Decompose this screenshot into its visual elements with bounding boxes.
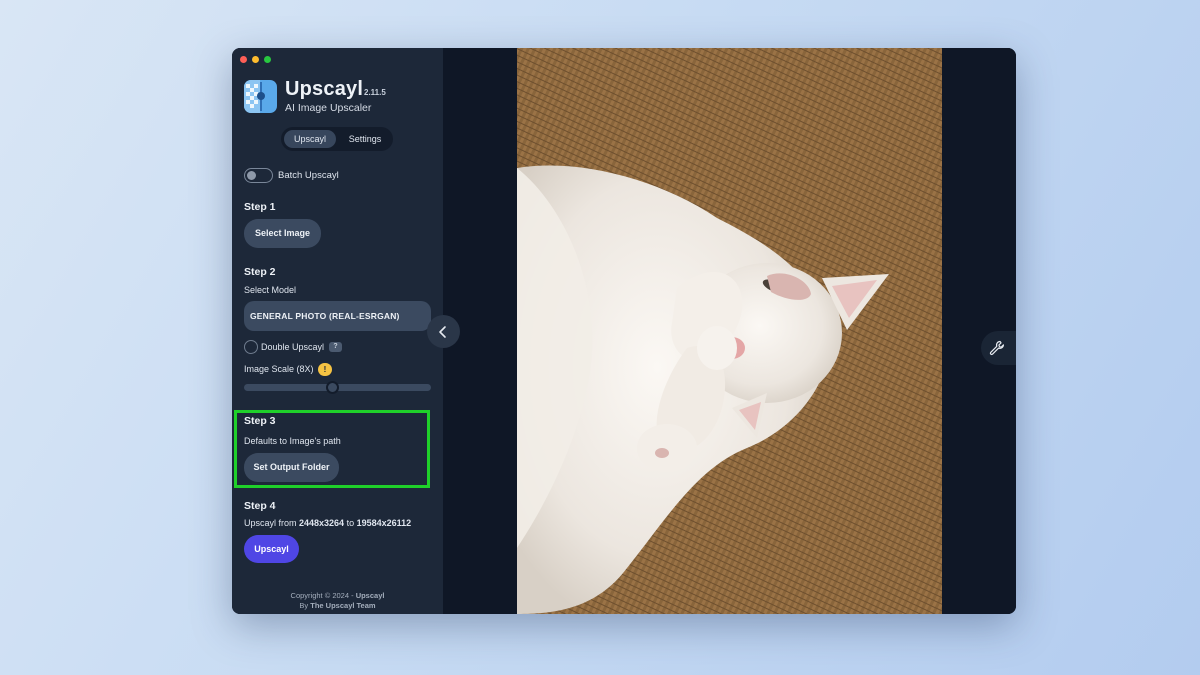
tab-settings[interactable]: Settings bbox=[340, 130, 390, 148]
batch-upscayl-toggle[interactable] bbox=[244, 168, 273, 183]
app-subtitle: AI Image Upscaler bbox=[285, 102, 372, 114]
target-resolution: 19584x26112 bbox=[356, 518, 412, 528]
copyright-name: Upscayl bbox=[355, 591, 385, 600]
set-output-folder-button[interactable]: Set Output Folder bbox=[244, 453, 339, 482]
copyright-prefix: Copyright © 2024 - bbox=[290, 591, 356, 600]
slider-thumb[interactable] bbox=[325, 381, 339, 394]
question-icon[interactable]: ? bbox=[329, 342, 342, 352]
step4-title: Step 4 bbox=[244, 500, 276, 512]
image-settings-button[interactable] bbox=[981, 331, 1016, 365]
tab-bar: Upscayl Settings bbox=[281, 127, 393, 151]
step1-title: Step 1 bbox=[244, 201, 276, 213]
footer-copyright: Copyright © 2024 - Upscayl bbox=[232, 591, 443, 600]
upscale-summary-prefix: Upscayl from bbox=[244, 518, 300, 528]
window-controls bbox=[240, 56, 271, 63]
select-image-button[interactable]: Select Image bbox=[244, 219, 321, 248]
step3-title: Step 3 bbox=[244, 415, 276, 427]
sidebar: Upscayl 2.11.5 AI Image Upscaler Upscayl… bbox=[232, 48, 443, 614]
minimize-window-button[interactable] bbox=[252, 56, 259, 63]
double-upscayl-checkbox[interactable] bbox=[244, 340, 258, 354]
upscale-summary: Upscayl from 2448x3264 to 19584x26112 bbox=[244, 518, 411, 528]
app-logo-icon bbox=[244, 80, 277, 113]
upscayl-button[interactable]: Upscayl bbox=[244, 535, 299, 563]
double-upscayl-label: Double Upscayl bbox=[261, 342, 325, 352]
collapse-sidebar-button[interactable] bbox=[427, 315, 460, 348]
footer-credit: By The Upscayl Team bbox=[232, 601, 443, 610]
cat-image-preview bbox=[517, 48, 942, 614]
team-link[interactable]: The Upscayl Team bbox=[310, 601, 375, 610]
batch-upscayl-label: Batch Upscayl bbox=[278, 170, 339, 181]
app-version: 2.11.5 bbox=[364, 88, 386, 97]
credit-prefix: By bbox=[299, 601, 311, 610]
upscale-summary-middle: to bbox=[344, 518, 357, 528]
image-preview-area bbox=[427, 48, 1016, 614]
warning-icon[interactable]: ! bbox=[318, 363, 332, 376]
step2-title: Step 2 bbox=[244, 266, 276, 278]
close-window-button[interactable] bbox=[240, 56, 247, 63]
model-select[interactable]: GENERAL PHOTO (REAL-ESRGAN) bbox=[244, 301, 431, 331]
select-model-label: Select Model bbox=[244, 285, 297, 295]
wrench-icon bbox=[989, 340, 1004, 356]
app-window: Upscayl 2.11.5 AI Image Upscaler Upscayl… bbox=[232, 48, 1016, 614]
tab-upscayl[interactable]: Upscayl bbox=[284, 130, 336, 148]
output-path-description: Defaults to Image's path bbox=[244, 436, 341, 446]
app-title: Upscayl bbox=[285, 78, 364, 100]
toggle-knob bbox=[247, 171, 256, 180]
image-scale-label: Image Scale (8X) bbox=[244, 364, 314, 374]
chevron-left-icon bbox=[439, 326, 446, 338]
maximize-window-button[interactable] bbox=[264, 56, 271, 63]
source-resolution: 2448x3264 bbox=[299, 518, 345, 528]
